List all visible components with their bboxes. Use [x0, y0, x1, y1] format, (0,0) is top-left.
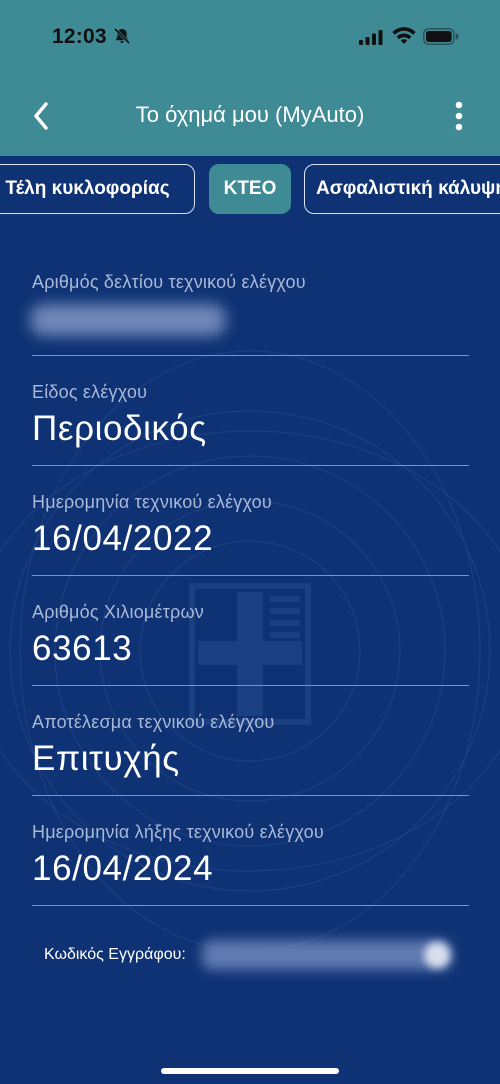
- field-label: Ημερομηνία τεχνικού ελέγχου: [32, 492, 272, 512]
- field-value: 16/04/2022: [32, 519, 214, 558]
- navigation-bar: Το όχημά μου (MyAuto): [0, 88, 500, 144]
- tab-label: ΚΤΕΟ: [223, 178, 277, 199]
- battery-icon: [423, 28, 459, 45]
- tab-label: Ασφαλιστική κάλυψη: [316, 178, 500, 199]
- field-label: Αριθμός Χιλιομέτρων: [32, 602, 204, 622]
- status-bar: 12:03: [0, 0, 500, 72]
- field-label: Ημερομηνία λήξης τεχνικού ελέγχου: [32, 822, 324, 842]
- field-value: Επιτυχής: [32, 739, 180, 778]
- field-label: Αποτέλεσμα τεχνικού ελέγχου: [32, 712, 275, 732]
- bell-slash-icon: [113, 27, 131, 45]
- page-title: Το όχημά μου (MyAuto): [135, 102, 365, 127]
- field-value: Περιοδικός: [32, 409, 207, 448]
- home-indicator[interactable]: [161, 1068, 339, 1074]
- document-code: Κωδικός Εγγράφου:: [44, 936, 464, 974]
- status-time: 12:03: [52, 25, 107, 48]
- field-inspection-result: Αποτέλεσμα τεχνικού ελέγχου Επιτυχής: [32, 686, 469, 796]
- document-code-label: Κωδικός Εγγράφου:: [44, 946, 186, 963]
- field-kilometers: Αριθμός Χιλιομέτρων 63613: [32, 576, 469, 686]
- field-label: Αριθμός δελτίου τεχνικού ελέγχου: [32, 272, 306, 292]
- redacted-document-code: [202, 940, 452, 970]
- tab-label: Τέλη κυκλοφορίας: [5, 178, 170, 199]
- field-value: 16/04/2024: [32, 849, 214, 888]
- redacted-value: [30, 304, 226, 336]
- field-value: 63613: [32, 629, 133, 668]
- field-inspection-expiry-date: Ημερομηνία λήξης τεχνικού ελέγχου 16/04/…: [32, 796, 469, 906]
- app-header: 12:03 Το όχημά μου (MyAuto): [0, 0, 500, 156]
- field-inspection-date: Ημερομηνία τεχνικού ελέγχου 16/04/2022: [32, 466, 469, 576]
- field-inspection-certificate-number: Αριθμός δελτίου τεχνικού ελέγχου: [30, 246, 469, 356]
- field-label: Είδος ελέγχου: [32, 382, 148, 402]
- redacted-document-code-mark: [424, 942, 450, 968]
- tab-kteo[interactable]: ΚΤΕΟ: [209, 164, 291, 214]
- more-options-button[interactable]: [444, 96, 474, 136]
- field-inspection-type: Είδος ελέγχου Περιοδικός: [32, 356, 469, 466]
- tab-insurance-coverage[interactable]: Ασφαλιστική κάλυψη: [304, 164, 500, 214]
- more-vertical-icon: [455, 101, 463, 131]
- signal-icon: [359, 30, 383, 45]
- tab-bar: Τέλη κυκλοφορίας ΚΤΕΟ Ασφαλιστική κάλυψη: [0, 164, 500, 214]
- tab-circulation-fees[interactable]: Τέλη κυκλοφορίας: [0, 164, 195, 214]
- wifi-icon: [392, 27, 416, 44]
